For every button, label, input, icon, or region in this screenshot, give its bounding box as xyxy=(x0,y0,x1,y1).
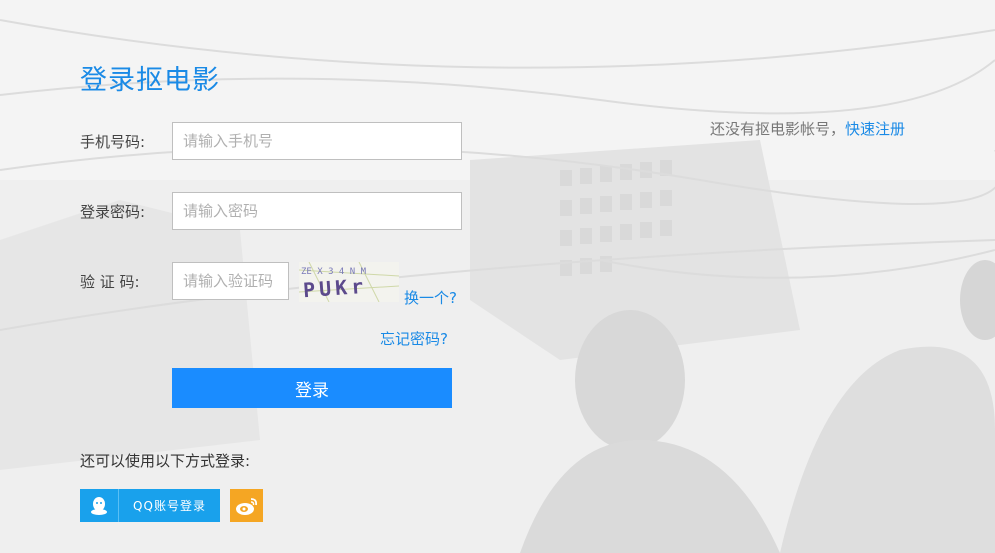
qq-login-button[interactable]: QQ账号登录 xyxy=(80,489,220,522)
captcha-label: 验 证 码: xyxy=(80,273,140,291)
weibo-icon xyxy=(235,497,257,515)
login-button[interactable]: 登录 xyxy=(172,368,452,408)
phone-input[interactable] xyxy=(172,122,462,160)
phone-label: 手机号码: xyxy=(80,133,146,151)
qq-icon xyxy=(80,489,119,522)
register-prompt: 还没有抠电影帐号，快速注册 xyxy=(710,118,905,139)
forgot-password-link[interactable]: 忘记密码? xyxy=(380,328,448,349)
refresh-captcha-link[interactable]: 换一个? xyxy=(404,287,457,308)
captcha-input[interactable] xyxy=(172,262,289,300)
alt-login-title: 还可以使用以下方式登录: xyxy=(80,452,251,470)
captcha-image[interactable]: ZE X 3 4 N M PUKr xyxy=(299,262,399,302)
password-input[interactable] xyxy=(172,192,462,230)
page-title: 登录抠电影 xyxy=(80,65,220,96)
register-prompt-text: 还没有抠电影帐号， xyxy=(710,120,846,138)
password-label: 登录密码: xyxy=(80,203,146,221)
register-link[interactable]: 快速注册 xyxy=(845,120,905,138)
weibo-login-button[interactable] xyxy=(230,489,263,522)
captcha-text: PUKr xyxy=(302,274,368,302)
qq-login-label: QQ账号登录 xyxy=(133,499,206,513)
